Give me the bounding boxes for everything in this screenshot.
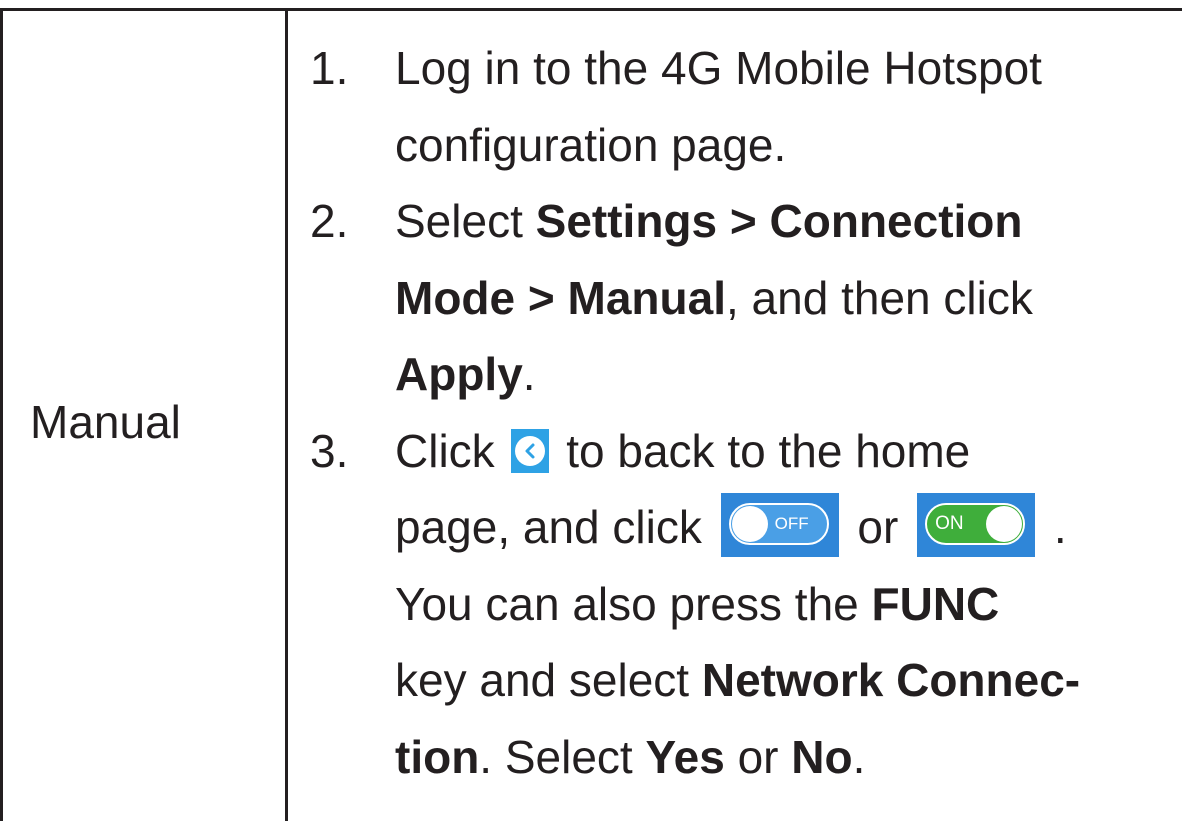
step-text: page, and click bbox=[395, 501, 702, 553]
step-1-line-1: 1. Log in to the 4G Mobile Hotspot bbox=[310, 30, 1182, 107]
step-number: 3. bbox=[310, 424, 349, 477]
chevron-left-icon bbox=[511, 428, 550, 473]
step-text: . Select bbox=[479, 730, 646, 783]
instruction-table: Manual 1. Log in to the 4G Mobile Hotspot… bbox=[0, 0, 1182, 821]
apply-label: Apply bbox=[395, 348, 523, 400]
step-text: or bbox=[724, 730, 792, 783]
yes-option: Yes bbox=[645, 730, 725, 783]
step-text: Click bbox=[395, 424, 495, 477]
step-2-line-2: Mode > Manual, and then click bbox=[310, 260, 1182, 337]
toggle-off-icon: OFF bbox=[720, 493, 839, 557]
step-3-line-3: You can also press the FUNC bbox=[310, 566, 1182, 643]
punctuation: . bbox=[1041, 501, 1067, 553]
menu-item-label: tion bbox=[395, 730, 480, 783]
toggle-on-icon: ON bbox=[917, 493, 1036, 557]
step-3-line-4: key and select Network Connec- bbox=[310, 642, 1182, 719]
step-text: key and select bbox=[395, 654, 702, 706]
step-text: You can also press the bbox=[395, 577, 872, 630]
step-text: configuration page. bbox=[395, 118, 787, 171]
toggle-off-label: OFF bbox=[774, 514, 809, 533]
menu-path: Settings > Connection bbox=[535, 195, 1023, 247]
step-text: , and then click bbox=[725, 271, 1033, 324]
table-left-border bbox=[0, 8, 3, 821]
step-2-line-1: 2. Select Settings > Connection bbox=[310, 183, 1182, 260]
punctuation: . bbox=[852, 730, 866, 783]
menu-path: Mode > Manual bbox=[395, 271, 726, 324]
mode-cell: Manual bbox=[30, 396, 181, 448]
menu-item-label: Network Connec- bbox=[701, 654, 1081, 706]
no-option: No bbox=[791, 730, 853, 783]
table-top-border bbox=[0, 8, 1182, 11]
punctuation: . bbox=[522, 348, 536, 400]
step-3-line-1: 3. Click to back to the home bbox=[310, 413, 1182, 490]
step-text: Log in to the 4G Mobile Hotspot bbox=[395, 42, 1042, 94]
func-key-label: FUNC bbox=[871, 577, 1000, 630]
step-number: 1. bbox=[310, 42, 349, 94]
step-3-line-2: page, and click OFF or ON . bbox=[310, 489, 1182, 566]
step-text: Select bbox=[395, 195, 536, 247]
step-1-line-2: configuration page. bbox=[310, 107, 1182, 184]
step-text: to back to the home bbox=[553, 424, 971, 477]
step-number: 2. bbox=[310, 195, 349, 247]
step-3-line-5: tion. Select Yes or No. bbox=[310, 719, 1182, 796]
step-text: or bbox=[844, 501, 912, 553]
toggle-on-label: ON bbox=[935, 513, 964, 534]
steps-cell: 1. Log in to the 4G Mobile Hotspot config… bbox=[310, 30, 1182, 795]
table-column-divider bbox=[285, 8, 288, 821]
step-2-line-3: Apply. bbox=[310, 336, 1182, 413]
